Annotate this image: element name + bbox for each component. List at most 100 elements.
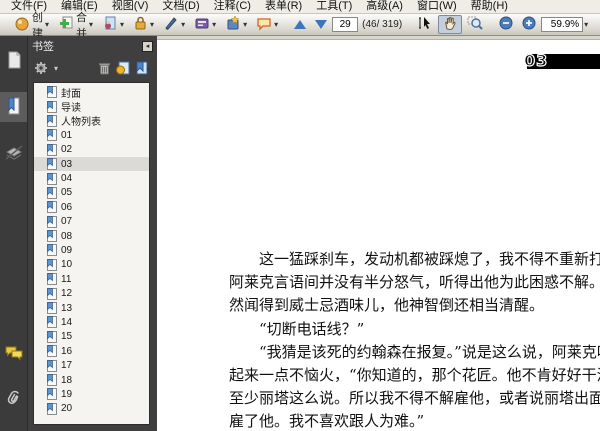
layers-panel-button[interactable] (0, 138, 27, 168)
menu-item[interactable]: 视图(V) (105, 0, 156, 13)
previous-page-button[interactable] (290, 15, 310, 34)
combine-button[interactable]: 合并 ▾ (54, 12, 97, 40)
zoom-out-button[interactable] (495, 15, 517, 34)
chevron-down-icon[interactable]: ▾ (54, 65, 58, 73)
forms-icon (194, 15, 210, 34)
minus-icon (499, 16, 513, 33)
menu-bar: 文件(F) 编辑(E) 视图(V) 文档(D) 注释(C) 表单(R) 工具(T) 高级(A)… (0, 0, 600, 14)
select-tool-button[interactable] (413, 15, 437, 34)
layers-icon (4, 143, 24, 164)
comment-button[interactable]: ▾ (252, 15, 282, 34)
secure-button[interactable]: ▾ (129, 15, 158, 34)
multimedia-icon (225, 15, 241, 34)
zoom-in-button[interactable] (518, 15, 540, 34)
attachments-panel-button[interactable] (0, 385, 27, 415)
bookmark-item[interactable]: 04 (34, 171, 149, 185)
bookmark-item[interactable]: 01 (34, 128, 149, 142)
hand-tool-button[interactable] (438, 15, 463, 34)
bookmark-label: 04 (61, 173, 73, 185)
marquee-zoom-button[interactable] (463, 15, 487, 34)
menu-item[interactable]: 工具(T) (309, 0, 359, 13)
single-page-view-button[interactable] (596, 15, 600, 34)
bookmark-item[interactable]: 08 (34, 229, 149, 243)
menu-item[interactable]: 高级(A) (359, 0, 410, 13)
bookmark-page-icon (47, 86, 57, 99)
bookmark-page-icon (47, 129, 57, 142)
bookmark-label: 导读 (61, 103, 81, 115)
text-line: “我猜是该死的约翰森在报复。”说是这么说，阿莱克听 (259, 342, 600, 361)
page-number-input[interactable] (332, 17, 359, 32)
menu-item[interactable]: 窗口(W) (410, 0, 464, 13)
chevron-down-icon: ▾ (45, 19, 50, 29)
bookmark-item[interactable]: 封面 (34, 85, 149, 100)
document-pane-top-edge (157, 36, 600, 40)
create-pdf-button[interactable]: 创建 ▾ (10, 12, 53, 40)
bookmark-item[interactable]: 11 (34, 272, 149, 286)
toolbar: 创建 ▾ 合并 ▾ ▾ ▾ ▾ ▾ ▾ ▾ 29 (46/ 319) 59.9%… (0, 12, 600, 40)
bookmark-page-icon (47, 316, 57, 329)
chevron-down-icon[interactable]: ▾ (584, 20, 588, 29)
bookmark-label: 16 (61, 345, 73, 357)
next-page-button[interactable] (311, 15, 331, 34)
bookmark-label: 14 (61, 316, 73, 328)
bookmark-page-icon (47, 273, 57, 286)
chevron-down-icon: ▾ (212, 19, 217, 29)
bookmark-label: 06 (61, 201, 73, 213)
bookmark-item[interactable]: 03 (34, 156, 149, 172)
pages-panel-button[interactable] (0, 46, 27, 76)
comments-icon (4, 345, 24, 364)
bookmark-page-icon (47, 215, 57, 228)
bookmark-item[interactable]: 14 (34, 315, 149, 329)
bookmark-item[interactable]: 02 (34, 143, 149, 157)
bookmark-item[interactable]: 06 (34, 200, 149, 214)
menu-item[interactable]: 表单(R) (258, 0, 309, 13)
bookmark-label: 人物列表 (61, 117, 101, 129)
bookmark-label: 12 (61, 288, 73, 300)
bookmark-item[interactable]: 20 (34, 402, 149, 416)
bookmark-item[interactable]: 19 (34, 387, 149, 401)
bookmark-page-icon (47, 244, 57, 257)
sign-button[interactable]: ▾ (159, 15, 189, 34)
comments-panel-button[interactable] (0, 339, 27, 369)
options-button[interactable] (34, 61, 50, 78)
zoom-level-input[interactable] (541, 17, 584, 32)
bookmark-item[interactable]: 17 (34, 358, 149, 372)
bookmark-label: 05 (61, 187, 73, 199)
bookmark-item[interactable]: 13 (34, 301, 149, 315)
combine-icon (58, 15, 74, 34)
document-pane[interactable]: 03 这一猛踩刹车，发动机都被踩熄了，我不得不重新打火。 阿莱克言语间并没有半分怒… (157, 36, 600, 431)
bookmark-page-icon (47, 359, 57, 372)
chevron-down-icon: ▾ (274, 19, 279, 29)
bookmark-item[interactable]: 12 (34, 286, 149, 300)
bookmark-page-icon (47, 330, 57, 343)
collapse-panel-button[interactable]: ◂ (142, 40, 153, 52)
chevron-down-icon: ▾ (120, 19, 125, 29)
highlight-current-bookmark-button[interactable] (115, 61, 131, 78)
bookmark-label: 11 (61, 273, 72, 285)
bookmark-item[interactable]: 05 (34, 186, 149, 200)
multimedia-button[interactable]: ▾ (221, 15, 251, 34)
menu-item[interactable]: 文档(D) (155, 0, 206, 13)
pen-icon (163, 15, 179, 34)
menu-item[interactable]: 帮助(H) (464, 0, 515, 13)
bookmark-item[interactable]: 07 (34, 215, 149, 229)
new-bookmark-button[interactable] (135, 61, 151, 78)
bookmark-page-icon (47, 158, 57, 171)
menu-item[interactable]: 文件(F) (4, 0, 54, 13)
hand-tool-icon (442, 15, 458, 34)
bookmark-item[interactable]: 18 (34, 373, 149, 387)
bookmark-item[interactable]: 16 (34, 344, 149, 358)
forms-button[interactable]: ▾ (190, 15, 220, 34)
bookmarks-list: 封面 导读 人物列表 01 02 03 04 05 06 07 08 09 10… (33, 82, 150, 425)
bookmark-item[interactable]: 人物列表 (34, 114, 149, 128)
bookmark-item[interactable]: 10 (34, 258, 149, 272)
main-area: 书签 ◂ ▾ 封面 导读 人物列表 01 02 03 04 05 06 07 0… (0, 36, 600, 431)
collaborate-button[interactable]: ▾ (98, 15, 128, 34)
bookmark-item[interactable]: 09 (34, 243, 149, 257)
bookmark-page-icon (47, 388, 57, 401)
menu-item[interactable]: 注释(C) (207, 0, 258, 13)
bookmarks-panel-button[interactable] (0, 92, 27, 122)
delete-bookmark-button[interactable] (98, 61, 111, 78)
bookmark-item[interactable]: 导读 (34, 99, 149, 115)
bookmark-item[interactable]: 15 (34, 330, 149, 344)
